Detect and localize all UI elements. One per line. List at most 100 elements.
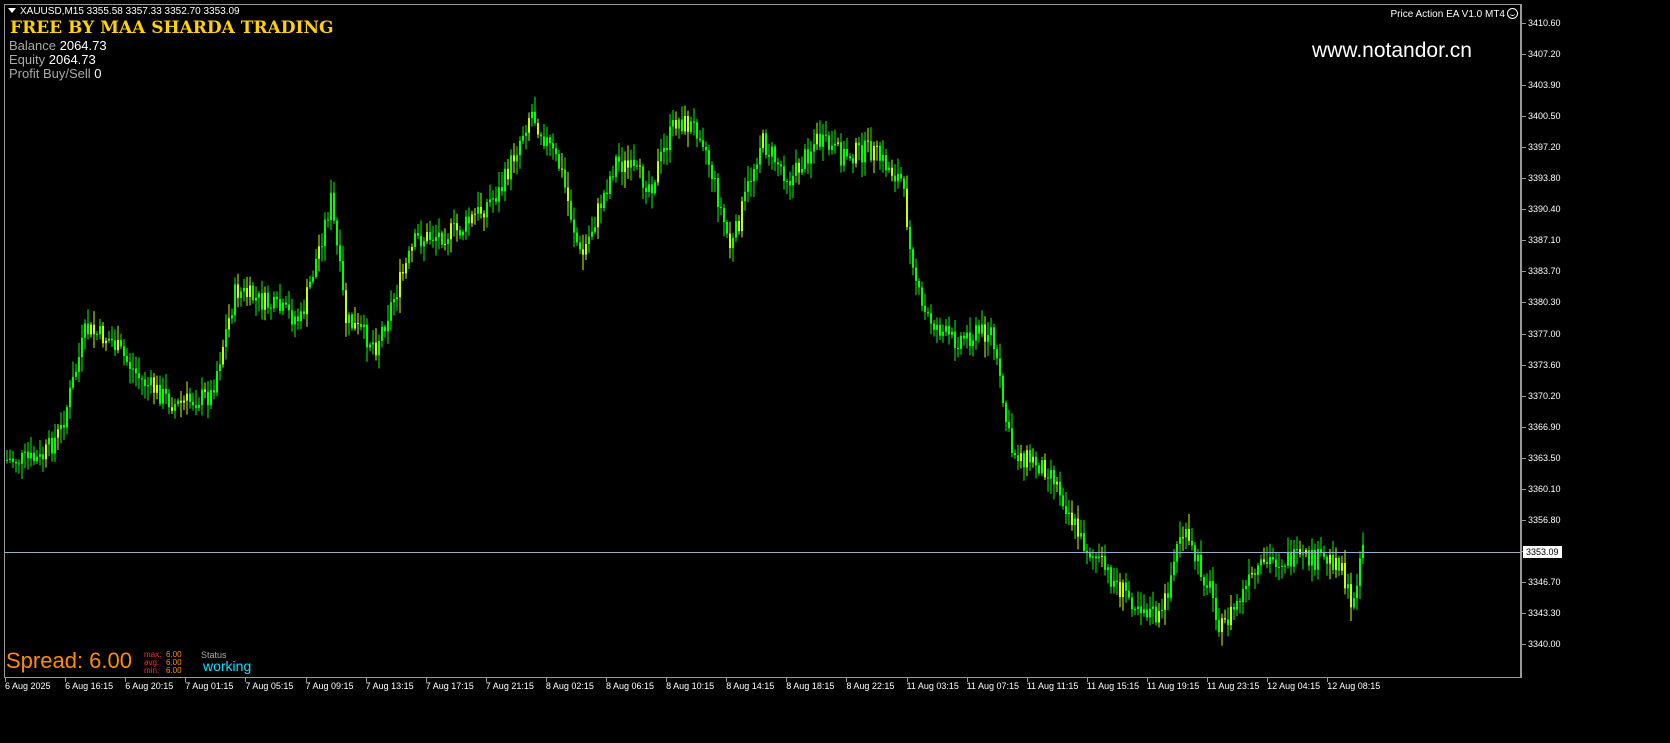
time-label: 12 Aug 04:15 <box>1267 681 1321 691</box>
expert-advisor-label[interactable]: Price Action EA V1.0 MT4 <box>1391 8 1518 20</box>
candle-body <box>1008 421 1010 429</box>
candle-body <box>240 291 242 298</box>
candle-body <box>1257 565 1259 575</box>
candle-body <box>48 438 50 445</box>
candle-body <box>129 361 131 369</box>
candle-body <box>804 149 806 169</box>
chart-window[interactable]: XAUUSD,M15 3355.58 3357.33 3352.70 3353.… <box>0 0 1670 743</box>
candle-body <box>978 325 980 334</box>
candle-body <box>1143 609 1145 614</box>
price-label: 3340.00 <box>1528 639 1561 649</box>
candle-body <box>180 400 182 403</box>
time-label: 7 Aug 01:15 <box>185 681 234 691</box>
candle-body <box>1134 609 1136 611</box>
candle-body <box>459 230 461 236</box>
candle-body <box>555 148 557 155</box>
candle-body <box>501 187 503 192</box>
candle-body <box>282 302 284 311</box>
candle-body <box>408 250 410 264</box>
candle-body <box>705 147 707 151</box>
price-tick <box>1522 612 1526 614</box>
candle-body <box>1047 477 1049 479</box>
candle-body <box>708 150 710 165</box>
candle-body <box>996 349 998 359</box>
candle-body <box>771 146 773 157</box>
candle-body <box>270 307 272 309</box>
candle-body <box>1167 593 1169 598</box>
candle-body <box>636 165 638 167</box>
candle-body <box>1074 518 1076 525</box>
candle-body <box>357 322 359 324</box>
candle-body <box>24 451 26 453</box>
price-tick <box>1522 457 1526 459</box>
price-label: 3356.80 <box>1528 514 1561 525</box>
candle-body <box>894 175 896 182</box>
candle-body <box>1014 452 1016 456</box>
candle-body <box>423 241 425 247</box>
time-label: 11 Aug 07:15 <box>966 681 1019 691</box>
candle-body <box>690 121 692 132</box>
candle-body <box>711 164 713 180</box>
brand-title: FREE BY MAA SHARDA TRADING <box>10 18 334 38</box>
candle-body <box>1251 573 1253 575</box>
candle-body <box>1182 537 1184 539</box>
candle-body <box>939 324 941 336</box>
candle-body <box>69 387 71 408</box>
candle-body <box>159 384 161 404</box>
candle-body <box>339 245 341 262</box>
candle-body <box>276 296 278 300</box>
candle-body <box>915 267 917 281</box>
candle-body <box>384 326 386 332</box>
candle-body <box>792 175 794 186</box>
candle-body <box>1059 481 1061 496</box>
candle-body <box>612 176 614 178</box>
candle-body <box>1242 588 1244 603</box>
candle-body <box>816 133 818 145</box>
candle-body <box>969 332 971 347</box>
candle-body <box>834 143 836 146</box>
candle-body <box>858 142 860 146</box>
candle-body <box>429 232 431 240</box>
candle-body <box>720 206 722 208</box>
candle-body <box>558 154 560 169</box>
candle-body <box>435 237 437 241</box>
candle-body <box>903 178 905 189</box>
candle-body <box>360 323 362 328</box>
candle-body <box>660 151 662 162</box>
candle-body <box>918 280 920 288</box>
candle-body <box>291 310 293 325</box>
candle-body <box>153 377 155 393</box>
candle-body <box>861 145 863 163</box>
candle-body <box>288 304 290 311</box>
candle-body <box>393 299 395 303</box>
candle-body <box>273 296 275 309</box>
candle-body <box>1071 512 1073 525</box>
candle-body <box>132 368 134 370</box>
candle-body <box>780 164 782 167</box>
candle-body <box>264 292 266 310</box>
dropdown-triangle-icon[interactable] <box>8 8 16 13</box>
candle-body <box>537 123 539 135</box>
candle-body <box>204 389 206 392</box>
candle-body <box>333 192 335 221</box>
candle-body <box>1332 554 1334 571</box>
candle-body <box>9 458 11 460</box>
status-value: working <box>203 658 252 674</box>
candle-body <box>480 207 482 214</box>
candle-body <box>306 287 308 315</box>
candle-body <box>828 135 830 150</box>
candle-body <box>972 340 974 347</box>
candle-body <box>72 376 74 388</box>
candle-body <box>1278 566 1280 568</box>
candle-body <box>354 322 356 329</box>
candlestick-chart[interactable] <box>0 0 1670 743</box>
candle-body <box>921 287 923 306</box>
candle-body <box>39 454 41 457</box>
candle-body <box>963 335 965 339</box>
candle-body <box>1023 453 1025 468</box>
candle-body <box>351 314 353 329</box>
candle-body <box>462 231 464 236</box>
candle-body <box>369 344 371 348</box>
price-label: 3387.10 <box>1528 235 1561 246</box>
candle-body <box>549 137 551 144</box>
